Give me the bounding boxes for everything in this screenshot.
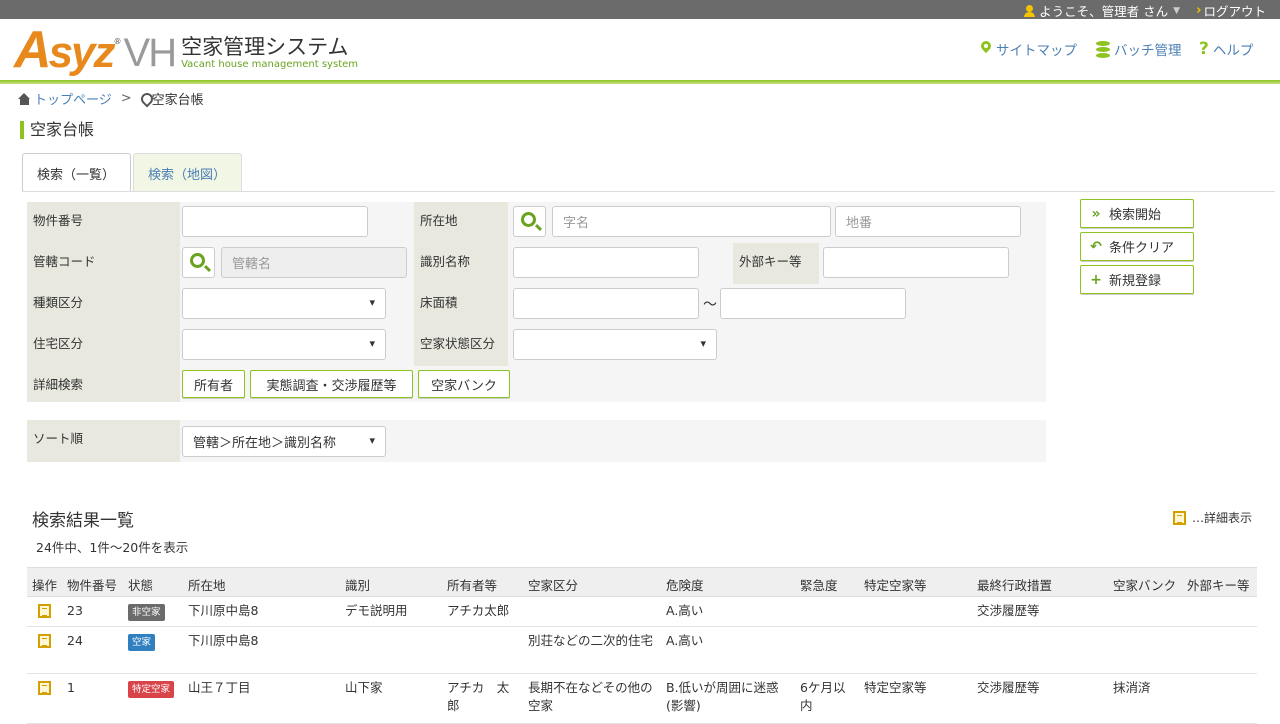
page-title: 空家台帳 <box>20 121 94 139</box>
vacant-bank-button[interactable]: 空家バンク <box>418 370 510 398</box>
search-icon <box>190 253 205 268</box>
double-chevron-down-icon: » <box>1091 205 1101 222</box>
table-row[interactable]: 24 空家 下川原中島8 別荘などの二次的住宅 A.高い <box>27 627 1257 674</box>
detail-icon[interactable] <box>38 634 51 648</box>
floor-area-to-input[interactable] <box>720 288 906 319</box>
chevron-right-icon: › <box>1196 3 1202 18</box>
sort-label: ソート順 <box>27 420 180 462</box>
results-title: 検索結果一覧 <box>32 511 134 531</box>
column-header[interactable]: 外部キー等 <box>1187 575 1250 594</box>
external-key-input[interactable] <box>823 247 1009 278</box>
column-header[interactable]: 最終行政措置 <box>977 575 1052 594</box>
detail-icon[interactable] <box>38 604 51 618</box>
table-row[interactable]: 1 特定空家 山王７丁目 山下家 アチカ 太郎 長期不在などその他の空家 B.低… <box>27 674 1257 724</box>
clear-conditions-button[interactable]: ↶ 条件クリア <box>1080 232 1194 261</box>
breadcrumb-current: 空家台帳 <box>141 89 204 108</box>
column-header[interactable]: 状態 <box>128 575 153 594</box>
jurisdiction-search-button[interactable] <box>182 247 215 278</box>
chiban-input[interactable]: 地番 <box>835 206 1021 237</box>
table-header: 操作 物件番号 状態 所在地 識別 所有者等 空家区分 危険度 緊急度 特定空家… <box>27 567 1257 597</box>
breadcrumb-home[interactable]: トップページ <box>34 89 112 108</box>
column-header[interactable]: 物件番号 <box>67 575 117 594</box>
external-key-label: 外部キー等 <box>733 243 819 284</box>
caret-down-icon: ▼ <box>1173 5 1180 16</box>
list-icon <box>1172 510 1186 525</box>
detail-search-label: 詳細検索 <box>27 366 180 402</box>
results-count: 24件中、1件～20件を表示 <box>36 540 189 555</box>
column-header: 操作 <box>32 578 58 593</box>
vacancy-status-select[interactable] <box>513 329 717 360</box>
undo-icon: ↶ <box>1090 238 1102 255</box>
status-badge: 特定空家 <box>128 681 175 698</box>
identifier-input[interactable] <box>513 247 699 278</box>
breadcrumb: トップページ > 空家台帳 <box>18 89 204 108</box>
map-pin-icon <box>980 41 992 57</box>
status-badge: 非空家 <box>128 604 165 621</box>
database-icon <box>1096 40 1110 58</box>
range-separator: ～ <box>703 297 717 313</box>
floor-area-label: 床面積 <box>414 284 508 325</box>
sitemap-link[interactable]: サイトマップ <box>980 39 1077 59</box>
jurisdiction-name-input[interactable]: 管轄名 <box>221 247 407 278</box>
tab-bar: 検索（一覧） 検索（地図） <box>22 153 242 192</box>
sort-section: ソート順 管轄＞所在地＞識別名称 <box>27 420 1046 462</box>
table-row[interactable]: 23 非空家 下川原中島8 デモ説明用 アチカ太郎 A.高い 交渉履歴等 <box>27 597 1257 627</box>
batch-management-link[interactable]: バッチ管理 <box>1096 39 1182 59</box>
jurisdiction-label: 管轄コード <box>27 243 180 284</box>
type-label: 種類区分 <box>27 284 180 325</box>
tab-divider <box>22 191 1275 192</box>
column-header[interactable]: 空家バンク <box>1113 575 1176 594</box>
user-menu[interactable]: ようこそ、管理者 さん ▼ <box>1023 1 1180 20</box>
header-divider <box>0 80 1280 84</box>
property-no-label: 物件番号 <box>27 202 180 243</box>
breadcrumb-separator: > <box>120 91 132 106</box>
results-table: 操作 物件番号 状態 所在地 識別 所有者等 空家区分 危険度 緊急度 特定空家… <box>27 567 1257 724</box>
system-title: 空家管理システム <box>181 35 349 59</box>
logout-label: ログアウト <box>1203 4 1266 19</box>
housing-label: 住宅区分 <box>27 325 180 366</box>
type-select[interactable] <box>182 288 386 319</box>
column-header[interactable]: 特定空家等 <box>864 575 927 594</box>
user-icon <box>1023 4 1036 18</box>
detail-icon[interactable] <box>38 681 51 695</box>
location-search-button[interactable] <box>513 206 546 237</box>
help-link[interactable]: ? ヘルプ <box>1199 39 1253 59</box>
owner-button[interactable]: 所有者 <box>182 370 245 398</box>
help-icon: ? <box>1199 39 1209 59</box>
search-form: 物件番号 所在地 字名 地番 管轄コード 管轄名 識別名称 外部キー等 種類区分… <box>27 202 1046 402</box>
plus-icon: + <box>1090 271 1102 288</box>
tab-list-search[interactable]: 検索（一覧） <box>22 153 131 192</box>
search-icon <box>521 212 536 227</box>
aza-input[interactable]: 字名 <box>552 206 831 237</box>
floor-area-from-input[interactable] <box>513 288 699 319</box>
location-label: 所在地 <box>414 202 508 243</box>
housing-select[interactable] <box>182 329 386 360</box>
logo-text: 空家管理システム Vacant house management system <box>181 35 358 71</box>
column-header[interactable]: 緊急度 <box>800 575 838 594</box>
survey-history-button[interactable]: 実態調査・交渉履歴等 <box>250 370 413 398</box>
column-header[interactable]: 識別 <box>345 575 370 594</box>
property-no-input[interactable] <box>182 206 368 237</box>
search-start-button[interactable]: » 検索開始 <box>1080 199 1194 228</box>
logo[interactable]: A syz ® VH 空家管理システム Vacant house managem… <box>14 24 358 76</box>
column-header[interactable]: 空家区分 <box>528 575 578 594</box>
detail-view-toggle[interactable]: …詳細表示 <box>1172 509 1252 526</box>
column-header[interactable]: 所有者等 <box>447 575 497 594</box>
header: A syz ® VH 空家管理システム Vacant house managem… <box>0 19 1280 81</box>
welcome-text: ようこそ、管理者 さん <box>1039 4 1169 19</box>
tab-map-search[interactable]: 検索（地図） <box>133 153 242 192</box>
column-header[interactable]: 所在地 <box>188 575 226 594</box>
identifier-label: 識別名称 <box>414 243 508 284</box>
logout-link[interactable]: › ログアウト <box>1196 1 1266 20</box>
home-icon <box>18 92 31 105</box>
column-header[interactable]: 危険度 <box>666 575 704 594</box>
sort-select[interactable]: 管轄＞所在地＞識別名称 <box>182 426 386 457</box>
top-bar: ようこそ、管理者 さん ▼ › ログアウト <box>0 0 1280 19</box>
new-register-button[interactable]: + 新規登録 <box>1080 265 1194 294</box>
status-badge: 空家 <box>128 634 156 651</box>
vacancy-status-label: 空家状態区分 <box>414 325 508 366</box>
system-subtitle: Vacant house management system <box>181 59 359 70</box>
location-pin-icon <box>141 93 150 105</box>
